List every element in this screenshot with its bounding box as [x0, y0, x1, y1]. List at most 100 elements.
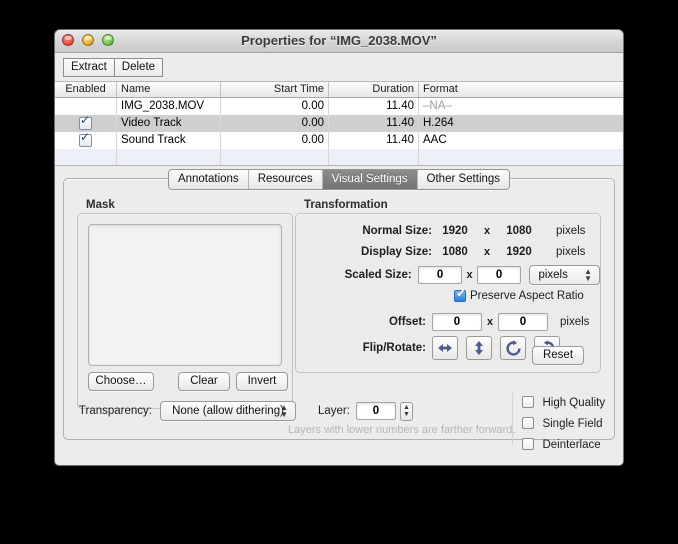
mask-preview-well[interactable] — [88, 224, 282, 366]
normal-size-separator: x — [483, 225, 491, 237]
column-header-enabled[interactable]: Enabled — [55, 82, 117, 97]
table-header-row: Enabled Name Start Time Duration Format — [55, 82, 623, 98]
single-field-checkbox[interactable] — [522, 417, 534, 429]
display-size-width: 1080 — [442, 246, 468, 258]
row-duration-cell: 11.40 — [329, 115, 419, 132]
mask-group-label: Mask — [86, 199, 115, 211]
row-name-cell: Video Track — [117, 115, 221, 132]
row-start-time-cell: 0.00 — [221, 132, 329, 149]
flip-vertical-icon[interactable] — [466, 336, 492, 360]
zoom-button-icon[interactable] — [102, 34, 114, 46]
empty-cell — [117, 149, 221, 165]
stepper-arrows-icon: ▲ ▼ — [584, 267, 592, 283]
tab-visual-settings[interactable]: Visual Settings — [322, 170, 418, 189]
transformation-group-label: Transformation — [304, 199, 388, 211]
flip-horizontal-icon[interactable] — [432, 336, 458, 360]
column-header-duration[interactable]: Duration — [329, 82, 419, 97]
offset-x-input[interactable]: 0 — [432, 313, 482, 331]
title-bar: Properties for “IMG_2038.MOV” — [55, 30, 623, 53]
table-row[interactable]: IMG_2038.MOV 0.00 11.40 –NA– — [55, 98, 623, 115]
empty-cell — [329, 149, 419, 165]
deinterlace-checkbox[interactable] — [522, 438, 534, 450]
row-duration-cell: 11.40 — [329, 98, 419, 115]
offset-row: Offset: 0 x 0 pixels — [296, 313, 600, 331]
tab-panel: Mask Choose… Clear Invert Transformation… — [63, 178, 615, 451]
row-enabled-cell[interactable] — [55, 115, 117, 132]
preserve-aspect-ratio-checkbox[interactable] — [454, 287, 466, 302]
offset-label: Offset: — [388, 316, 426, 328]
high-quality-checkbox[interactable] — [522, 396, 534, 408]
mask-invert-button[interactable]: Invert — [236, 372, 288, 391]
empty-cell — [221, 149, 329, 165]
single-field-label: Single Field — [542, 418, 603, 430]
display-size-row: Display Size: 1080 x 1920 pixels — [296, 246, 600, 258]
offset-unit: pixels — [560, 316, 590, 328]
window-title: Properties for “IMG_2038.MOV” — [241, 33, 437, 48]
tab-resources[interactable]: Resources — [248, 170, 323, 189]
transparency-value: None (allow dithering) — [172, 405, 284, 417]
row-enabled-cell[interactable] — [55, 98, 117, 115]
scaled-size-width-input[interactable]: 0 — [417, 266, 463, 284]
normal-size-row: Normal Size: 1920 x 1080 pixels — [296, 225, 600, 237]
row-format-cell: AAC — [423, 134, 447, 146]
stepper-down-icon[interactable]: ▼ — [403, 411, 410, 418]
scaled-size-unit-select[interactable]: pixels ▲ ▼ — [529, 265, 600, 285]
column-header-format[interactable]: Format — [419, 82, 623, 97]
stepper-arrows-icon: ▲ ▼ — [280, 403, 288, 419]
display-size-height: 1920 — [506, 246, 532, 258]
tab-other-settings[interactable]: Other Settings — [417, 170, 510, 189]
footer-divider — [512, 393, 513, 445]
mask-group-box: Choose… Clear Invert — [77, 213, 293, 409]
delete-button[interactable]: Delete — [114, 57, 164, 77]
column-header-name[interactable]: Name — [117, 82, 221, 97]
rotate-clockwise-glyph — [505, 339, 521, 356]
scaled-size-height-input[interactable]: 0 — [476, 266, 522, 284]
close-button-icon[interactable] — [62, 34, 74, 46]
row-start-time-cell: 0.00 — [221, 98, 329, 115]
minimize-button-icon[interactable] — [82, 34, 94, 46]
transparency-select[interactable]: None (allow dithering) ▲ ▼ — [160, 401, 296, 421]
offset-y-input[interactable]: 0 — [498, 313, 548, 331]
flip-horizontal-glyph — [438, 344, 452, 352]
toolbar: Extract Delete — [55, 53, 623, 82]
row-enabled-cell[interactable] — [55, 132, 117, 149]
table-row[interactable]: Sound Track 0.00 11.40 AAC — [55, 132, 623, 149]
layer-stepper[interactable]: ▲ ▼ — [399, 401, 413, 421]
tab-bar: Annotations Resources Visual Settings Ot… — [55, 169, 623, 190]
single-field-option[interactable]: Single Field — [522, 414, 605, 432]
preserve-aspect-row: Preserve Aspect Ratio — [296, 287, 600, 302]
extract-button[interactable]: Extract — [63, 57, 115, 77]
column-header-start-time[interactable]: Start Time — [221, 82, 329, 97]
row-name-cell: IMG_2038.MOV — [117, 98, 221, 115]
scaled-size-separator: x — [466, 269, 473, 281]
normal-size-label: Normal Size: — [362, 225, 432, 237]
row-format-cell: –NA– — [423, 100, 452, 112]
row-name-cell: Sound Track — [117, 132, 221, 149]
render-options-group: High Quality Single Field Deinterlace — [522, 393, 605, 453]
stepper-up-icon[interactable]: ▲ — [403, 404, 410, 411]
track-enabled-checkbox[interactable] — [79, 115, 92, 130]
deinterlace-option[interactable]: Deinterlace — [522, 435, 605, 453]
normal-size-unit: pixels — [556, 225, 586, 237]
row-duration-cell: 11.40 — [329, 132, 419, 149]
mask-clear-button[interactable]: Clear — [178, 372, 230, 391]
table-empty-row — [55, 149, 623, 165]
properties-window: Properties for “IMG_2038.MOV” Extract De… — [54, 29, 624, 466]
rotate-clockwise-icon[interactable] — [500, 336, 526, 360]
scaled-size-unit-value: pixels — [538, 269, 568, 281]
table-row[interactable]: Video Track 0.00 11.40 H.264 — [55, 115, 623, 132]
track-enabled-checkbox[interactable] — [79, 132, 92, 147]
reset-button[interactable]: Reset — [532, 346, 584, 365]
high-quality-option[interactable]: High Quality — [522, 393, 605, 411]
row-start-time-cell: 0.00 — [221, 115, 329, 132]
preserve-aspect-ratio-label: Preserve Aspect Ratio — [470, 290, 584, 302]
scaled-size-row: Scaled Size: 0 x 0 pixels ▲ ▼ — [296, 265, 600, 285]
display-size-unit: pixels — [556, 246, 586, 258]
layer-hint-text: Layers with lower numbers are farther fo… — [288, 424, 516, 436]
toolbar-button-group: Extract Delete — [63, 57, 164, 77]
flip-rotate-label: Flip/Rotate: — [362, 342, 426, 354]
layer-input[interactable]: 0 — [355, 402, 396, 420]
tab-annotations[interactable]: Annotations — [168, 170, 249, 189]
tab-strip: Annotations Resources Visual Settings Ot… — [167, 169, 511, 190]
mask-choose-button[interactable]: Choose… — [88, 372, 154, 391]
